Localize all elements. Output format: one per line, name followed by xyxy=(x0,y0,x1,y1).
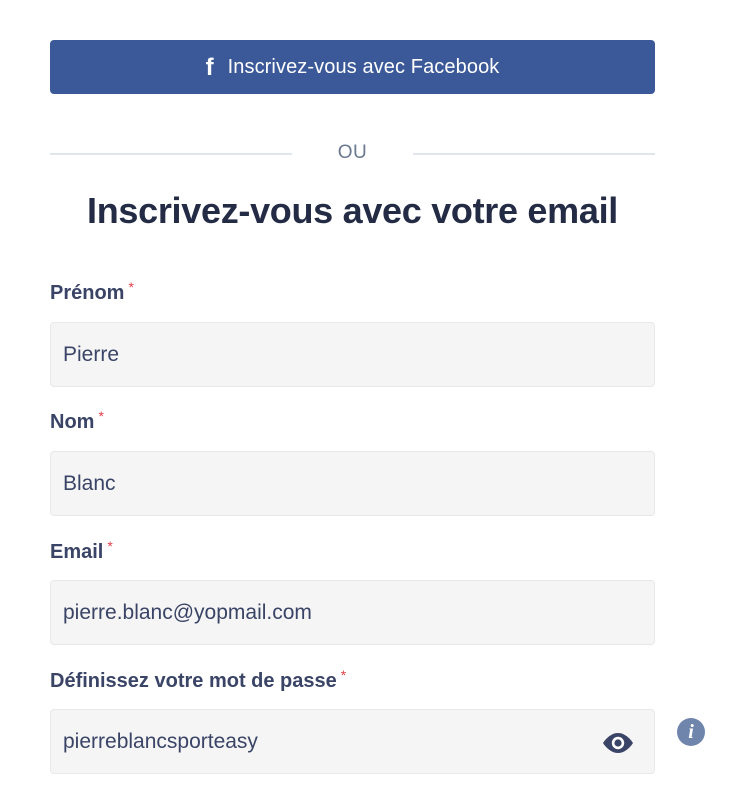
password-input[interactable] xyxy=(50,709,655,774)
first-name-label-text: Prénom xyxy=(50,282,125,304)
required-marker: * xyxy=(340,667,347,683)
eye-icon xyxy=(603,733,633,753)
email-label: Email * xyxy=(50,538,113,564)
required-marker: * xyxy=(128,279,134,295)
required-marker: * xyxy=(98,408,104,424)
first-name-label: Prénom * xyxy=(50,279,134,305)
last-name-label: Nom * xyxy=(50,408,104,434)
password-visibility-toggle[interactable] xyxy=(600,728,636,758)
signup-email-title: Inscrivez-vous avec votre email xyxy=(87,190,618,231)
info-icon[interactable]: i xyxy=(677,718,705,746)
or-divider: OU xyxy=(50,140,655,168)
email-input[interactable] xyxy=(50,580,655,645)
last-name-label-text: Nom xyxy=(50,411,95,433)
facebook-icon: f xyxy=(205,54,214,81)
password-label: Définissez votre mot de passe * xyxy=(50,667,347,693)
required-marker: * xyxy=(107,538,113,554)
divider-line-right xyxy=(413,153,655,155)
email-label-text: Email xyxy=(50,541,104,563)
password-label-text: Définissez votre mot de passe xyxy=(50,670,337,692)
last-name-input[interactable] xyxy=(50,451,655,516)
facebook-signup-label: Inscrivez-vous avec Facebook xyxy=(227,55,500,78)
facebook-signup-button[interactable]: f Inscrivez-vous avec Facebook xyxy=(50,40,655,94)
first-name-input[interactable] xyxy=(50,322,655,387)
